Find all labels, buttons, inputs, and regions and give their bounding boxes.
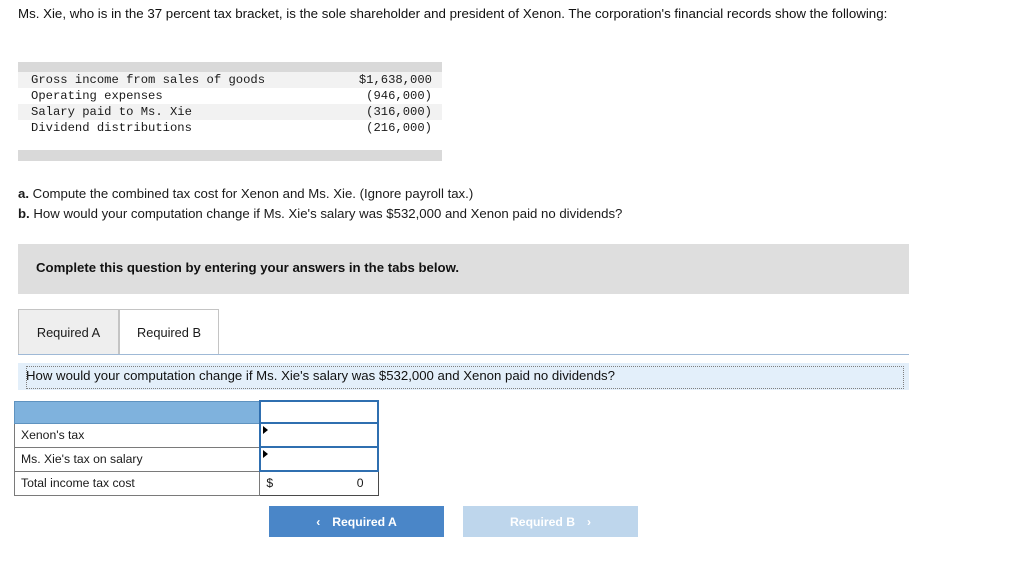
total-income-tax-cost-value: $ 0 [259,470,379,496]
table-row: Salary paid to Ms. Xie (316,000) [18,104,442,120]
financial-value: (316,000) [366,105,432,119]
table-row: Ms. Xie's tax on salary [13,446,380,472]
answer-header-label [13,400,261,424]
table-row: Xenon's tax [13,422,380,448]
tab-underline [18,354,909,355]
answer-row-label: Ms. Xie's tax on salary [13,446,261,472]
total-amount: 0 [356,476,364,491]
tab-required-a[interactable]: Required A [18,309,119,355]
answer-row-label: Xenon's tax [13,422,261,448]
xenon-tax-input[interactable] [258,422,380,448]
table-row: Total income tax cost $ 0 [13,470,379,496]
prev-button-label: Required A [332,514,397,529]
financial-value: (946,000) [366,89,432,103]
table-row: Gross income from sales of goods $1,638,… [18,72,442,88]
table-row: Operating expenses (946,000) [18,88,442,104]
caret-icon [262,426,268,434]
financial-label: Dividend distributions [31,121,192,135]
next-button-label: Required B [509,514,575,529]
prev-required-a-button[interactable]: ‹ Required A [269,506,444,537]
answer-table: Xenon's tax Ms. Xie's tax on salary Tota… [13,400,380,496]
question-list: a. Compute the combined tax cost for Xen… [18,184,978,224]
tab-required-a-label: Required A [36,324,101,340]
xie-salary-tax-input[interactable] [258,446,380,472]
table-bottom-bar [18,150,442,161]
active-question-text: How would your computation change if Ms.… [26,368,615,383]
chevron-right-icon: › [587,514,591,529]
question-b: b. How would your computation change if … [18,204,978,224]
financial-value: (216,000) [366,121,432,135]
table-top-bar [18,62,442,72]
question-b-text: How would your computation change if Ms.… [33,206,623,222]
financial-label: Operating expenses [31,89,163,103]
question-a-label: a. [18,186,29,201]
question-a: a. Compute the combined tax cost for Xen… [18,184,978,204]
nav-buttons: ‹ Required A Required B › [269,506,749,537]
financial-value: $1,638,000 [358,73,432,87]
tab-required-b[interactable]: Required B [119,309,219,355]
instruction-band: Complete this question by entering your … [18,244,909,294]
intro-paragraph: Ms. Xie, who is in the 37 percent tax br… [18,6,888,21]
worksheet-page: Ms. Xie, who is in the 37 percent tax br… [0,0,1024,583]
answer-header-value [258,400,380,424]
instruction-text: Complete this question by entering your … [36,260,460,275]
question-a-text: Compute the combined tax cost for Xenon … [32,186,474,201]
chevron-left-icon: ‹ [316,514,321,529]
currency-symbol: $ [266,476,274,490]
tab-required-b-label: Required B [136,324,202,340]
caret-icon [262,450,268,458]
total-row-label: Total income tax cost [13,470,261,496]
table-row: Dividend distributions (216,000) [18,120,442,136]
financial-label: Salary paid to Ms. Xie [31,105,192,119]
question-b-label: b. [18,206,30,222]
tab-strip: Required A Required B [18,309,909,355]
financial-records-table: Gross income from sales of goods $1,638,… [18,72,442,136]
active-question-bar: How would your computation change if Ms.… [18,363,909,390]
financial-label: Gross income from sales of goods [31,73,266,87]
next-required-b-button[interactable]: Required B › [463,506,638,537]
answer-table-header-row [13,400,380,424]
